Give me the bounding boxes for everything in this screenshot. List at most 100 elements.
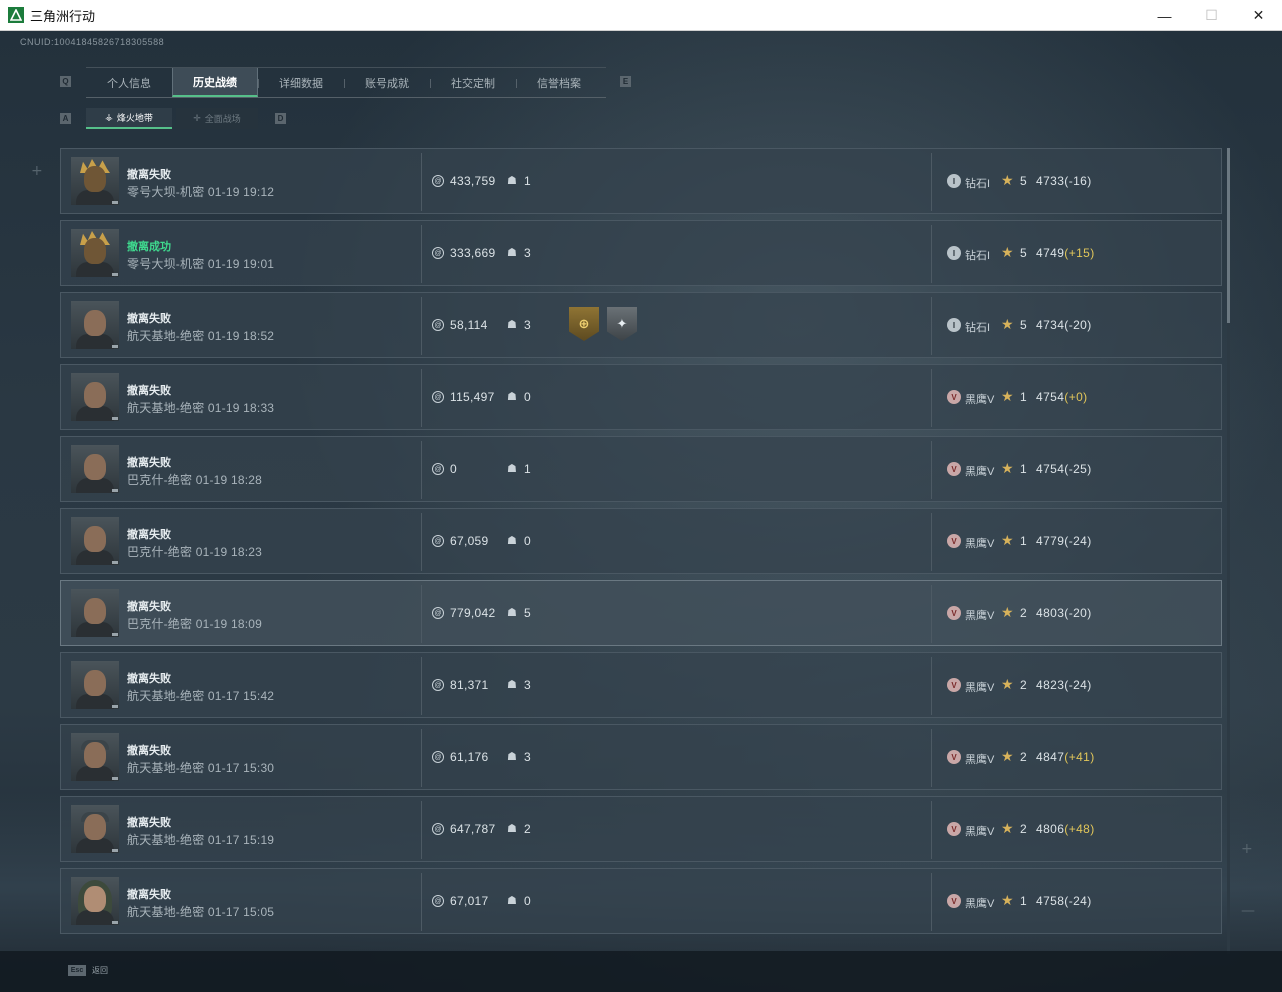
score-value: 4754 bbox=[1036, 462, 1065, 476]
coin-icon: @ bbox=[432, 247, 444, 259]
minimize-button[interactable]: — bbox=[1141, 0, 1188, 31]
score-value: 4754 bbox=[1036, 390, 1065, 404]
column-divider bbox=[421, 729, 422, 787]
kills-skull-icon: ☗ bbox=[507, 751, 517, 763]
column-divider bbox=[931, 297, 932, 355]
extracted-value: 81,371 bbox=[450, 678, 489, 692]
kill-count: 5 bbox=[524, 606, 531, 620]
match-row[interactable]: 撤离失败 航天基地-绝密 01-17 15:05 @67,017 ☗ 0 V 黑鹰V ★ 1 47… bbox=[60, 868, 1222, 934]
rank-score: 4758(-24) bbox=[1036, 894, 1092, 908]
star-icon: ★ bbox=[1001, 460, 1014, 476]
coin-icon: @ bbox=[432, 319, 444, 331]
subtab-label: 烽火地带 bbox=[116, 113, 153, 123]
tab-personal-info[interactable]: 个人信息 bbox=[86, 68, 172, 97]
maximize-button[interactable]: ☐ bbox=[1188, 0, 1235, 31]
scrollbar-thumb[interactable] bbox=[1227, 148, 1230, 323]
match-history-list[interactable]: 撤离失败 零号大坝-机密 01-19 19:12 @433,759 ☗ 1 I 钻石I ★ 5 4… bbox=[60, 148, 1223, 954]
rank-score: 4847(+41) bbox=[1036, 750, 1095, 764]
match-list-scrollbar[interactable] bbox=[1227, 148, 1230, 954]
star-icon: ★ bbox=[1001, 748, 1014, 764]
rank-score: 4803(-20) bbox=[1036, 606, 1092, 620]
kills-skull-icon: ☗ bbox=[507, 247, 517, 259]
rank-name: 钻石I bbox=[965, 250, 991, 262]
rank-badge-icon: I bbox=[947, 174, 961, 188]
kills-skull-icon: ☗ bbox=[507, 823, 517, 835]
column-divider bbox=[421, 225, 422, 283]
column-divider bbox=[421, 657, 422, 715]
tab-next-key-hint[interactable]: E bbox=[620, 76, 631, 87]
star-icon: ★ bbox=[1001, 532, 1014, 548]
column-divider bbox=[931, 513, 932, 571]
match-result: 撤离失败 bbox=[127, 457, 171, 469]
footer-bar: Esc 返回 bbox=[0, 951, 1282, 992]
medal-badge-icon[interactable]: ⊕ bbox=[569, 307, 599, 341]
match-row[interactable]: 撤离失败 航天基地-绝密 01-17 15:19 @647,787 ☗ 2 V 黑鹰V ★ 2 4… bbox=[60, 796, 1222, 862]
score-delta: (+48) bbox=[1064, 822, 1095, 836]
operator-avatar bbox=[71, 517, 119, 565]
score-value: 4749 bbox=[1036, 246, 1065, 260]
match-row[interactable]: 撤离失败 航天基地-绝密 01-19 18:33 @115,497 ☗ 0 V 黑鹰V ★ 1 4… bbox=[60, 364, 1222, 430]
star-icon: ★ bbox=[1001, 244, 1014, 260]
operator-avatar bbox=[71, 445, 119, 493]
match-row[interactable]: 撤离失败 巴克什-绝密 01-19 18:28 @0 ☗ 1 V 黑鹰V ★ 1 4754(-25… bbox=[60, 436, 1222, 502]
coin-icon: @ bbox=[432, 895, 444, 907]
tab-detailed-data[interactable]: 详细数据 bbox=[258, 68, 344, 97]
match-result: 撤离失败 bbox=[127, 745, 171, 757]
tab-prev-key-hint[interactable]: Q bbox=[60, 76, 71, 87]
match-row[interactable]: 撤离失败 零号大坝-机密 01-19 19:12 @433,759 ☗ 1 I 钻石I ★ 5 4… bbox=[60, 148, 1222, 214]
rank-stars: 2 bbox=[1020, 606, 1027, 620]
back-label[interactable]: 返回 bbox=[92, 965, 108, 976]
match-result: 撤离失败 bbox=[127, 385, 171, 397]
medal-badge-icon[interactable]: ✦ bbox=[607, 307, 637, 341]
subtab-warfare[interactable]: ✛ 全面战场 bbox=[176, 108, 258, 129]
star-icon: ★ bbox=[1001, 676, 1014, 692]
extracted-value: 647,787 bbox=[450, 822, 496, 836]
rank-stars: 5 bbox=[1020, 246, 1027, 260]
window-controls: — ☐ ✕ bbox=[1141, 0, 1282, 31]
tab-social-customization[interactable]: 社交定制 bbox=[430, 68, 516, 97]
match-row[interactable]: 撤离失败 巴克什-绝密 01-19 18:09 @779,042 ☗ 5 V 黑鹰V ★ 2 48… bbox=[60, 580, 1222, 646]
match-row[interactable]: 撤离失败 航天基地-绝密 01-17 15:30 @61,176 ☗ 3 V 黑鹰V ★ 2 48… bbox=[60, 724, 1222, 790]
rank-score: 4779(-24) bbox=[1036, 534, 1092, 548]
coin-icon: @ bbox=[432, 391, 444, 403]
column-divider bbox=[931, 873, 932, 931]
kill-count: 3 bbox=[524, 678, 531, 692]
esc-key-hint[interactable]: Esc bbox=[68, 965, 86, 976]
subtab-next-key-hint[interactable]: D bbox=[275, 113, 286, 124]
rank-name: 黑鹰V bbox=[965, 538, 995, 550]
match-result: 撤离失败 bbox=[127, 889, 171, 901]
rank-stars: 1 bbox=[1020, 534, 1027, 548]
kills-skull-icon: ☗ bbox=[507, 391, 517, 403]
tab-achievements[interactable]: 账号成就 bbox=[344, 68, 430, 97]
extracted-value: 58,114 bbox=[450, 318, 488, 332]
subtab-prev-key-hint[interactable]: A bbox=[60, 113, 71, 124]
match-map-time: 巴克什-绝密 01-19 18:23 bbox=[127, 545, 262, 559]
rank-name: 钻石I bbox=[965, 178, 991, 190]
match-row[interactable]: 撤离失败 巴克什-绝密 01-19 18:23 @67,059 ☗ 0 V 黑鹰V ★ 1 477… bbox=[60, 508, 1222, 574]
kill-count: 3 bbox=[524, 750, 531, 764]
subtab-operations[interactable]: ⚶ 烽火地带 bbox=[86, 108, 172, 129]
score-delta: (-20) bbox=[1064, 606, 1092, 620]
column-divider bbox=[421, 153, 422, 211]
match-row[interactable]: 撤离成功 零号大坝-机密 01-19 19:01 @333,669 ☗ 3 I 钻石I ★ 5 4… bbox=[60, 220, 1222, 286]
extracted-value: 0 bbox=[450, 462, 457, 476]
score-delta: (-16) bbox=[1064, 174, 1092, 188]
rank-stars: 2 bbox=[1020, 678, 1027, 692]
game-viewport: CNUID:10041845826718305588 + + — Q 个人信息 … bbox=[0, 31, 1282, 992]
match-row[interactable]: 撤离失败 航天基地-绝密 01-17 15:42 @81,371 ☗ 3 V 黑鹰V ★ 2 48… bbox=[60, 652, 1222, 718]
column-divider bbox=[931, 729, 932, 787]
coin-icon: @ bbox=[432, 607, 444, 619]
rank-stars: 1 bbox=[1020, 894, 1027, 908]
rank-stars: 1 bbox=[1020, 390, 1027, 404]
match-result: 撤离失败 bbox=[127, 169, 171, 181]
match-map-time: 航天基地-绝密 01-17 15:05 bbox=[127, 905, 275, 919]
close-button[interactable]: ✕ bbox=[1235, 0, 1282, 31]
star-icon: ★ bbox=[1001, 820, 1014, 836]
match-row[interactable]: 撤离失败 航天基地-绝密 01-19 18:52 @58,114 ☗ 3 ⊕ ✦ I 钻石I ★ 5… bbox=[60, 292, 1222, 358]
rank-name: 黑鹰V bbox=[965, 610, 995, 622]
tab-match-history[interactable]: 历史战绩 bbox=[172, 68, 258, 97]
extracted-value: 61,176 bbox=[450, 750, 489, 764]
tab-reputation[interactable]: 信誉档案 bbox=[516, 68, 602, 97]
match-map-time: 航天基地-绝密 01-19 18:52 bbox=[127, 329, 275, 343]
kill-count: 1 bbox=[524, 462, 531, 476]
